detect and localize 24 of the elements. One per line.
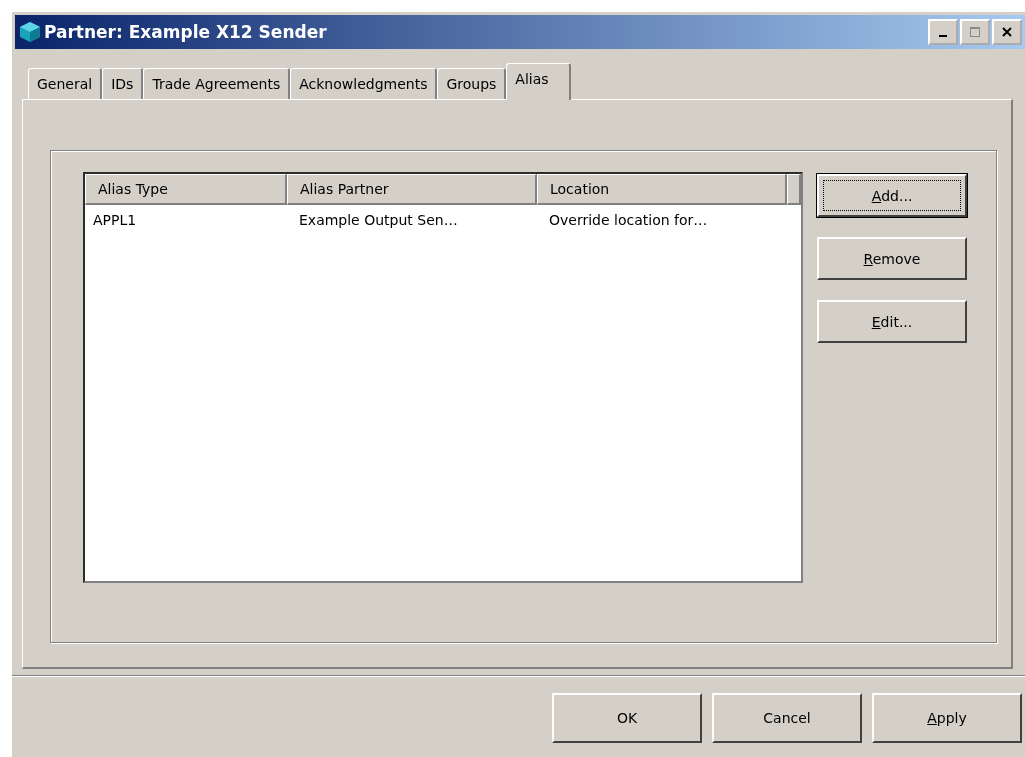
tab[interactable]: General xyxy=(28,68,103,99)
button[interactable]: Edit... xyxy=(817,300,967,343)
button[interactable]: Add... xyxy=(817,174,967,217)
table-cell-text: Override location for… xyxy=(548,212,709,228)
minimize-button[interactable] xyxy=(928,19,958,45)
table-cell-text: Example Output Sen… xyxy=(298,212,459,228)
close-icon xyxy=(1001,26,1013,38)
minimize-icon xyxy=(939,35,947,37)
button[interactable]: OK xyxy=(552,693,702,743)
cube-icon xyxy=(18,20,42,44)
close-button[interactable] xyxy=(992,19,1022,45)
tab[interactable]: Acknowledgments xyxy=(290,68,438,99)
tab[interactable]: Alias xyxy=(506,63,571,100)
window-title: Partner: Example X12 Sender xyxy=(44,22,328,42)
maximize-icon xyxy=(969,26,981,38)
button[interactable]: Cancel xyxy=(712,693,862,743)
button[interactable]: Remove xyxy=(817,237,967,280)
column-header[interactable]: Alias Type xyxy=(85,174,287,205)
column-header[interactable]: Location xyxy=(537,174,787,205)
tab[interactable]: IDs xyxy=(102,68,144,99)
table-cell-text: APPL1 xyxy=(92,212,138,228)
button[interactable]: Apply xyxy=(872,693,1022,743)
tab[interactable]: Trade Agreements xyxy=(143,68,291,99)
column-header[interactable]: Alias Partner xyxy=(287,174,537,205)
